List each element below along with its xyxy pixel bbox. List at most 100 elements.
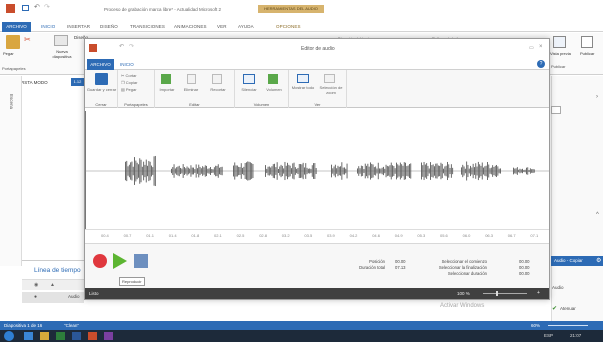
language-indicator[interactable]: ESP: [544, 333, 553, 338]
silence-icon[interactable]: [243, 74, 255, 84]
paste-button-label[interactable]: Pegar: [3, 51, 14, 56]
group-volumen: Silenciar Volumen Volumen: [235, 70, 289, 108]
audio-footer-label: Audio: [552, 285, 564, 290]
waveform-sample: [244, 162, 246, 180]
selection-end-value[interactable]: 00.00: [519, 265, 529, 270]
tab-archivo[interactable]: ARCHIVO: [2, 22, 31, 32]
paste-button[interactable]: ▤ Pegar: [121, 87, 137, 92]
waveform-sample: [516, 167, 518, 175]
ruler-tick-label: 06.3: [485, 233, 493, 238]
waveform-sample: [266, 168, 268, 174]
taskbar-app-icon[interactable]: [24, 332, 33, 340]
play-button[interactable]: [113, 253, 127, 269]
tab-diseno[interactable]: DISEÑO: [100, 24, 118, 29]
save-close-icon[interactable]: [95, 73, 108, 85]
chevron-right-icon[interactable]: ›: [596, 94, 598, 100]
undo-icon[interactable]: ↶: [34, 3, 40, 11]
import-button[interactable]: Importar: [156, 87, 178, 92]
waveform-sample: [394, 168, 396, 174]
zoom-selection-icon[interactable]: [324, 74, 335, 83]
editor-zoom-thumb[interactable]: [496, 291, 498, 296]
dialog-tab-inicio[interactable]: INICIO: [120, 62, 134, 67]
waveform-sample: [523, 169, 525, 173]
dialog-undo-icon[interactable]: ↶: [119, 43, 124, 50]
position-value: 00.00: [395, 259, 406, 264]
show-all-button[interactable]: Mostrar todo: [291, 85, 315, 90]
selection-start-value[interactable]: 00.00: [519, 259, 529, 264]
dialog-restore-icon[interactable]: ▭: [529, 45, 534, 51]
waveform-sample: [529, 168, 531, 174]
dialog-redo-icon[interactable]: ↷: [129, 43, 134, 50]
publish-icon[interactable]: [581, 36, 593, 48]
help-icon[interactable]: ?: [537, 60, 545, 68]
silence-button[interactable]: Silenciar: [236, 87, 262, 92]
stop-button[interactable]: [134, 254, 148, 268]
visibility-icon[interactable]: ●: [34, 294, 37, 300]
tab-insertar[interactable]: INSERTAR: [67, 24, 90, 29]
dialog-close-icon[interactable]: ×: [539, 44, 543, 50]
show-all-icon[interactable]: [297, 74, 309, 83]
save-icon[interactable]: [22, 5, 29, 11]
word-icon[interactable]: [72, 332, 81, 340]
paste-icon[interactable]: [6, 35, 20, 49]
volume-icon[interactable]: [268, 74, 278, 84]
check-icon: ✔: [552, 306, 558, 312]
editor-zoom-level[interactable]: 100 %: [457, 291, 470, 296]
lock-icon[interactable]: ▲: [50, 282, 55, 288]
new-slide-label[interactable]: Nueva diapositiva: [47, 49, 77, 59]
preview-button[interactable]: Vista previa: [550, 51, 571, 56]
dialog-tab-archivo[interactable]: ARCHIVO: [87, 59, 114, 70]
start-icon[interactable]: [4, 331, 14, 341]
delete-icon[interactable]: [187, 74, 196, 84]
timeline-audio-row[interactable]: ● Audio: [22, 292, 84, 303]
right-panel-dropdown[interactable]: [551, 106, 561, 114]
view-mode-label[interactable]: VISTA MODO: [20, 80, 48, 85]
record-button[interactable]: [93, 254, 107, 268]
editor-zoom-slider[interactable]: [483, 293, 527, 294]
delete-button[interactable]: Eliminar: [179, 87, 203, 92]
cut-icon[interactable]: ✂: [24, 35, 31, 44]
trim-button[interactable]: Recortar: [205, 87, 231, 92]
folder-icon[interactable]: [40, 332, 49, 340]
scene-side-label[interactable]: Escena: [9, 94, 14, 109]
waveform-sample: [367, 163, 369, 179]
tab-transiciones[interactable]: TRANSICIONES: [130, 24, 165, 29]
chevron-up-icon[interactable]: ^: [596, 212, 599, 218]
onenote-icon[interactable]: [104, 332, 113, 340]
tab-ver[interactable]: VER: [217, 24, 227, 29]
waveform-area[interactable]: [85, 109, 549, 243]
waveform-sample: [252, 163, 254, 179]
waveform-sample: [389, 165, 391, 177]
tab-animaciones[interactable]: ANIMACIONES: [174, 24, 207, 29]
waveform-sample: [310, 168, 312, 174]
new-slide-icon[interactable]: [54, 35, 68, 46]
waveform-sample: [487, 162, 488, 180]
tab-opciones[interactable]: OPCIONES: [276, 24, 301, 29]
save-close-button[interactable]: Guardar y cerrar: [86, 87, 117, 92]
import-icon[interactable]: [161, 74, 171, 84]
cut-button[interactable]: ✂ Cortar: [121, 73, 137, 78]
copy-button[interactable]: ❐ Copiar: [121, 80, 138, 85]
volume-button[interactable]: Volumen: [262, 87, 286, 92]
waveform-sample: [217, 164, 219, 178]
zoom-in-icon[interactable]: +: [537, 290, 540, 296]
dialog-title: Editor de audio: [301, 46, 335, 52]
waveform-sample: [490, 167, 492, 175]
zoom-selection-button[interactable]: Selección de zoom: [317, 85, 345, 95]
eye-icon[interactable]: ◉: [34, 282, 38, 288]
tab-ayuda[interactable]: AYUDA: [238, 24, 254, 29]
powerpoint-taskbar-icon[interactable]: [88, 332, 97, 340]
publish-button[interactable]: Publicar: [580, 51, 594, 56]
excel-icon[interactable]: [56, 332, 65, 340]
redo-icon[interactable]: ↷: [44, 3, 50, 11]
waveform-sample: [488, 164, 490, 178]
clock[interactable]: 21:07: [570, 333, 581, 338]
zoom-slider[interactable]: [548, 325, 588, 326]
status-zoom[interactable]: 60%: [531, 323, 540, 328]
gear-icon[interactable]: ⚙: [596, 256, 601, 266]
preview-icon[interactable]: [553, 36, 566, 48]
trim-icon[interactable]: [212, 74, 222, 84]
tab-inicio[interactable]: INICIO: [41, 24, 55, 29]
waveform-sample: [210, 167, 211, 175]
fade-checkbox-label[interactable]: Atenuar: [560, 306, 576, 311]
